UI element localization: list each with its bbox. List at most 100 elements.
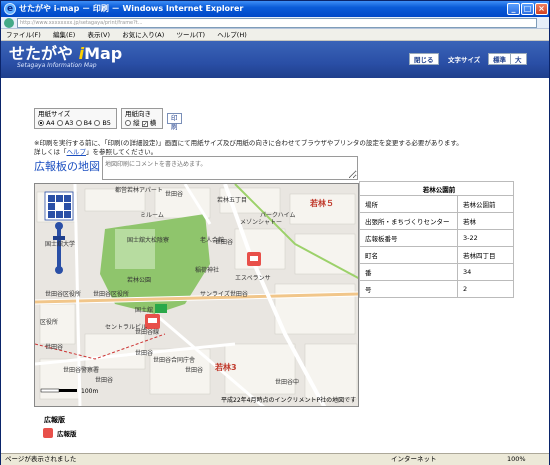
- map-place-label: 世田谷: [135, 349, 153, 357]
- note-line2-pre: 詳しくは「: [34, 148, 67, 156]
- info-key: 場所: [359, 195, 458, 213]
- info-value: 2: [457, 280, 514, 298]
- map-place-label: メゾンシャトー: [240, 219, 282, 226]
- map-place-label: パークハイム: [260, 212, 295, 219]
- map-place-label: 若林3: [214, 362, 237, 372]
- label-b5: B5: [102, 119, 111, 127]
- map-place-label: 国士舘大松陰寮: [127, 236, 169, 244]
- menu-file[interactable]: ファイル(F): [1, 29, 46, 41]
- map-place-label: 世田谷: [165, 190, 183, 198]
- info-value: 若林四丁目: [457, 246, 514, 264]
- map-place-label: 世田谷: [215, 238, 233, 246]
- paper-size-title: 用紙サイズ: [38, 110, 71, 118]
- radio-a4[interactable]: [38, 120, 44, 126]
- font-large-button[interactable]: 大: [510, 53, 527, 65]
- close-window-button[interactable]: ×: [535, 3, 548, 15]
- map-place-label: サンライズ世田谷: [200, 290, 248, 298]
- logo-map: Map: [84, 44, 123, 63]
- menu-bar: ファイル(F) 編集(E) 表示(V) お気に入り(A) ツール(T) ヘルプ(…: [1, 29, 549, 41]
- ie-logo-icon: e: [4, 3, 16, 15]
- map-place-label: 世田谷: [45, 343, 63, 351]
- billboard-pin-icon[interactable]: [247, 252, 261, 266]
- scale-label: 100m: [81, 388, 98, 395]
- status-text: ページが表示されました: [5, 455, 77, 463]
- radio-portrait[interactable]: [125, 120, 131, 126]
- map-place-label: 世田谷警察署: [63, 366, 99, 374]
- menu-tools[interactable]: ツール(T): [172, 29, 211, 41]
- table-row: 番 34: [359, 263, 514, 281]
- orientation-box: 用紙向き 縦 ✓ 横: [121, 108, 163, 129]
- menu-edit[interactable]: 編集(E): [48, 29, 80, 41]
- legend-item-label: 広報版: [57, 430, 77, 438]
- map-place-label: 世田谷: [95, 376, 113, 384]
- map-place-label: 世田谷合同庁舎: [153, 356, 195, 364]
- map-place-label: 区役所: [40, 318, 58, 326]
- site-header: せたがや iMap Setagaya Information Map 閉じる 文…: [1, 41, 549, 78]
- page-content: せたがや iMap Setagaya Information Map 閉じる 文…: [1, 41, 549, 453]
- pan-control[interactable]: [44, 191, 74, 221]
- legend-item: 広報版: [43, 428, 77, 440]
- map-place-label: 世田谷区役所: [45, 290, 81, 298]
- info-key: 号: [359, 280, 458, 298]
- map-place-label: 世田谷中: [275, 378, 299, 386]
- paper-size-box: 用紙サイズ A4 A3 B4 B5: [34, 108, 117, 129]
- info-key: 町名: [359, 246, 458, 264]
- info-key: 出張所・まちづくりセンター: [359, 212, 458, 230]
- table-row: 場所 若林公園前: [359, 195, 514, 213]
- label-a3: A3: [64, 119, 74, 127]
- close-page-button[interactable]: 閉じる: [409, 53, 439, 65]
- map-svg: 都営若林アパート世田谷ミルーム若林五丁目メゾンシャトーパークハイム老人会館国士舘…: [35, 184, 358, 406]
- map-copyright: 平成22年4月時点のインクリメントP社の地図です: [221, 396, 356, 404]
- map-place-label: 若林五丁目: [217, 196, 247, 204]
- print-button[interactable]: 印刷: [167, 113, 182, 131]
- billboard-legend-icon: [43, 428, 53, 438]
- print-note: ※印刷を実行する前に、「印刷(の詳細設定)」画面にて用紙サイズ及び用紙の向きに合…: [34, 139, 514, 157]
- map-place-label: 若林公園: [127, 276, 151, 284]
- menu-favorites[interactable]: お気に入り(A): [117, 29, 169, 41]
- menu-help[interactable]: ヘルプ(H): [212, 29, 251, 41]
- radio-b5[interactable]: [94, 120, 101, 126]
- note-line2-post: 」を参照してください。: [86, 148, 158, 156]
- table-row: 出張所・まちづくりセンター 若林: [359, 212, 514, 230]
- note-line1: ※印刷を実行する前に、「印刷(の詳細設定)」画面にて用紙サイズ及び用紙の向きに合…: [34, 139, 463, 147]
- help-link[interactable]: ヘルプ: [67, 148, 87, 156]
- billboard-info-table: 若林公園前 場所 若林公園前 出張所・まちづくりセンター 若林 広報板番号 3-22 …: [359, 181, 514, 298]
- security-zone: インターネット: [391, 455, 437, 463]
- minimize-button[interactable]: _: [507, 3, 520, 15]
- font-size-label: 文字サイズ: [448, 56, 481, 64]
- logo-subtitle: Setagaya Information Map: [17, 62, 97, 69]
- map-place-label: 世田谷: [185, 366, 203, 374]
- zoom-level[interactable]: 100%: [507, 454, 526, 465]
- info-value: 若林: [457, 212, 514, 230]
- maximize-button[interactable]: □: [521, 3, 534, 15]
- label-b4: B4: [83, 119, 93, 127]
- browser-window: e せたがや i-map － 印刷 － Windows Internet Exp…: [0, 0, 550, 465]
- scale-bar: [40, 388, 77, 393]
- info-value: 3-22: [457, 229, 514, 247]
- url-field[interactable]: http://www.xxxxxxxx.jp/setagaya/print/fr…: [17, 18, 537, 28]
- radio-a3[interactable]: [56, 120, 63, 126]
- info-value: 若林公園前: [457, 195, 514, 213]
- label-landscape: 横: [149, 119, 157, 127]
- map-place-label: 稲荷神社: [195, 266, 219, 274]
- legend-title: 広報版: [44, 416, 65, 424]
- label-portrait: 縦: [133, 119, 140, 127]
- table-row: 広報板番号 3-22: [359, 229, 514, 247]
- map-view[interactable]: 都営若林アパート 世田谷 ミルーム 若林五丁目 メゾンシャトー パークハイム 老人会館 国士舘…: [34, 183, 359, 407]
- table-row: 町名 若林四丁目: [359, 246, 514, 264]
- radio-b4[interactable]: [75, 120, 82, 126]
- map-place-label: エスペランサ: [235, 275, 271, 282]
- info-value: 34: [457, 263, 514, 281]
- checkbox-landscape[interactable]: ✓: [141, 121, 148, 128]
- info-key: 広報板番号: [359, 229, 458, 247]
- comment-textarea[interactable]: [102, 156, 358, 180]
- font-standard-button[interactable]: 標準: [488, 53, 511, 65]
- status-bar: ページが表示されました インターネット 100%: [1, 453, 549, 465]
- logo-text: せたがや: [9, 44, 74, 63]
- label-a4: A4: [46, 119, 55, 127]
- map-place-label: 国土舘: [135, 306, 153, 314]
- site-logo: せたがや iMap: [9, 45, 122, 63]
- address-bar: http://www.xxxxxxxx.jp/setagaya/print/fr…: [1, 17, 549, 29]
- menu-view[interactable]: 表示(V): [82, 29, 115, 41]
- back-icon[interactable]: [4, 18, 14, 28]
